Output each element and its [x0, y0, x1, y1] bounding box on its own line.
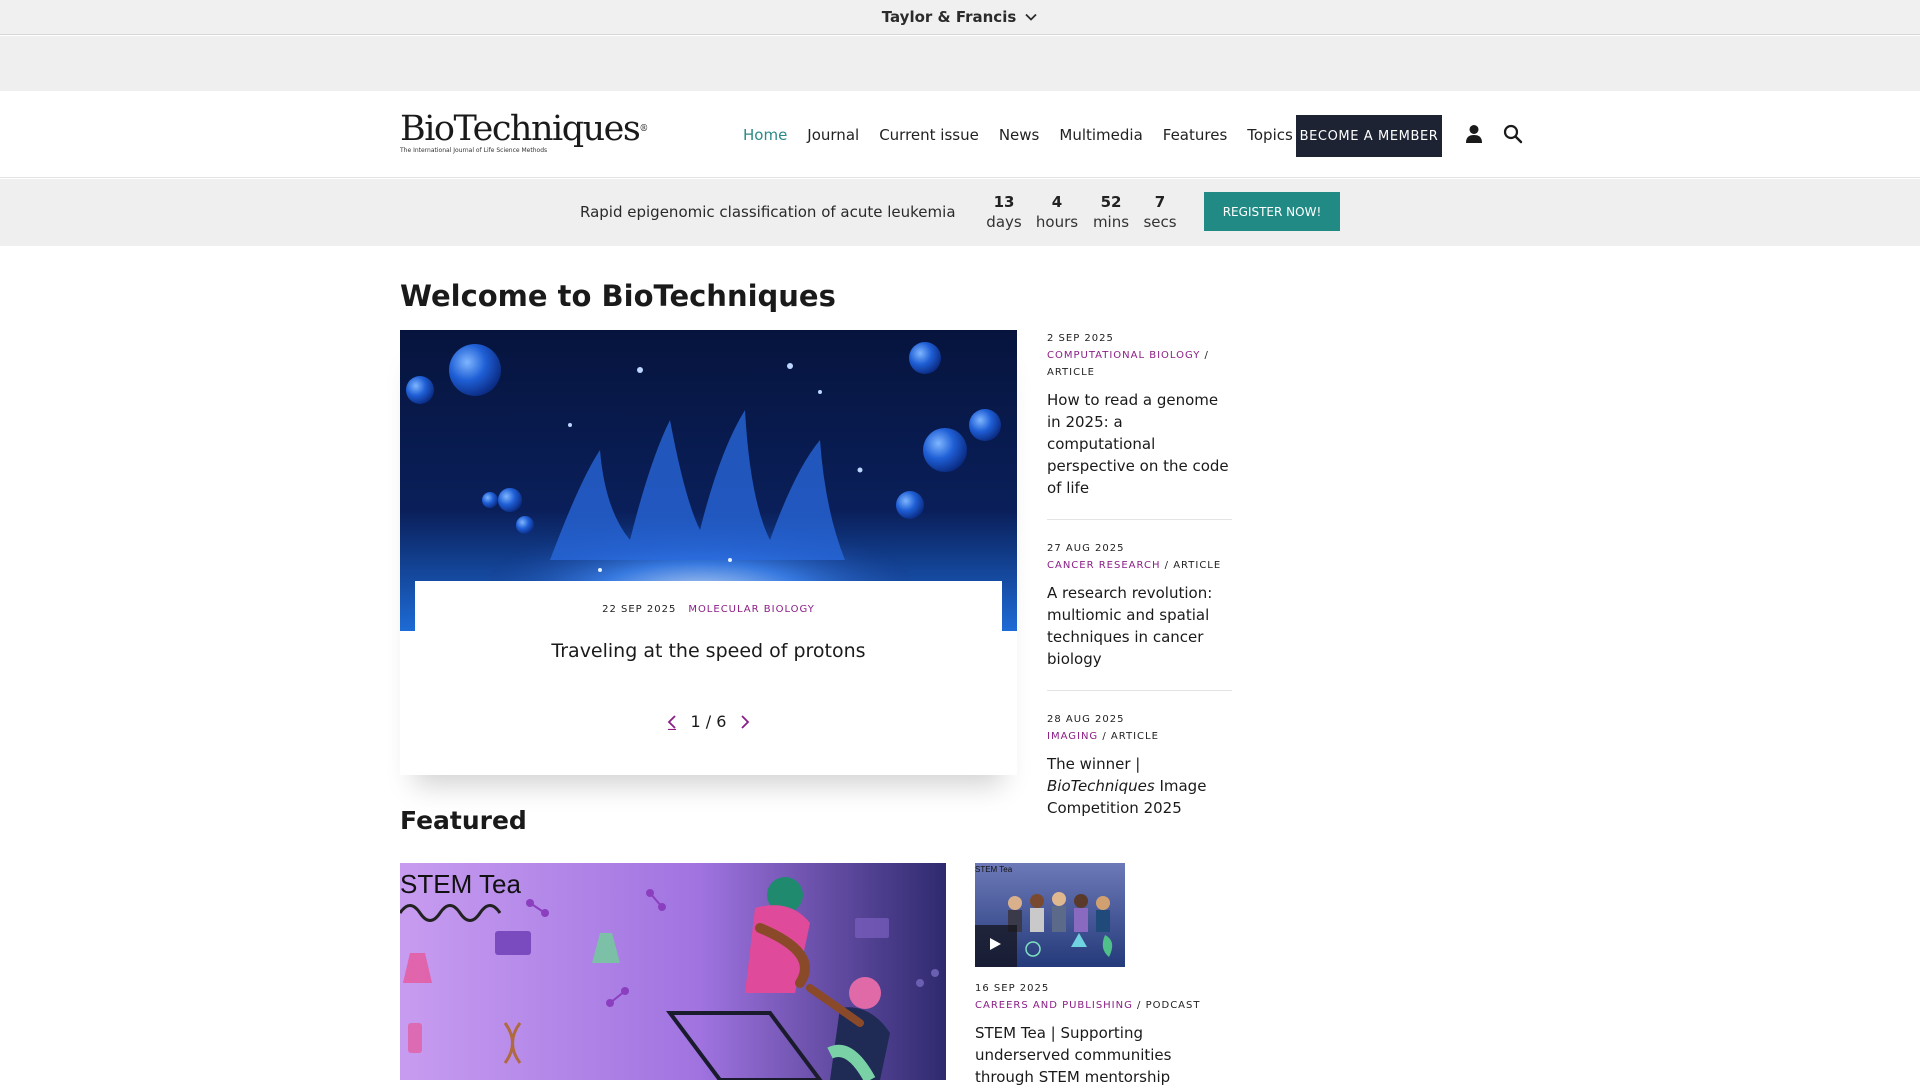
featured-date: 16 SEP 2025 [975, 983, 1050, 994]
article-category[interactable]: CANCER RESEARCH [1047, 560, 1160, 571]
article-title[interactable]: A research revolution: multiomic and spa… [1047, 582, 1232, 670]
article-title[interactable]: How to read a genome in 2025: a computat… [1047, 389, 1232, 499]
nav-home[interactable]: Home [743, 126, 787, 144]
list-item: 28 AUG 2025 IMAGING / ARTICLE The winner… [1047, 711, 1232, 839]
list-item: 2 SEP 2025 COMPUTATIONAL BIOLOGY / ARTIC… [1047, 330, 1232, 520]
article-date: 28 AUG 2025 [1047, 714, 1125, 725]
promo-text[interactable]: Rapid epigenomic classification of acute… [580, 203, 956, 221]
featured-category[interactable]: CAREERS AND PUBLISHING [975, 1000, 1133, 1011]
logo-wordmark: BioTechniques® [400, 109, 648, 149]
nav-features[interactable]: Features [1163, 126, 1228, 144]
logo-tagline: The International Journal of Life Scienc… [400, 147, 548, 154]
article-type: ARTICLE [1173, 560, 1222, 571]
hero-meta: 22 SEP 2025 MOLECULAR BIOLOGY [415, 604, 1002, 615]
article-category[interactable]: IMAGING [1047, 731, 1098, 742]
article-category-line: COMPUTATIONAL BIOLOGY / ARTICLE [1047, 350, 1209, 378]
article-category-line: IMAGING / ARTICLE [1047, 731, 1159, 742]
podcast-thumbnail[interactable]: STEM Tea [975, 863, 1125, 967]
site-logo[interactable]: BioTechniques® The International Journal… [400, 111, 648, 155]
svg-text:STEM Tea: STEM Tea [975, 865, 1013, 874]
featured-heading: Featured [400, 806, 527, 835]
chevron-right-icon[interactable] [738, 714, 752, 730]
featured-type: PODCAST [1145, 1000, 1201, 1011]
article-title[interactable]: The winner | BioTechniques Image Competi… [1047, 753, 1232, 819]
search-icon[interactable] [1503, 124, 1523, 144]
user-icon[interactable] [1465, 124, 1483, 144]
nav-multimedia[interactable]: Multimedia [1059, 126, 1142, 144]
ad-band [0, 36, 1920, 91]
chevron-left-icon[interactable] [665, 714, 679, 730]
article-category[interactable]: COMPUTATIONAL BIOLOGY [1047, 350, 1200, 361]
list-item: 27 AUG 2025 CANCER RESEARCH / ARTICLE A … [1047, 540, 1232, 691]
hero-carousel: 22 SEP 2025 MOLECULAR BIOLOGY Traveling a… [400, 330, 1017, 775]
publisher-menu[interactable]: Taylor & Francis [882, 8, 1039, 26]
main-nav: Home Journal Current issue News Multimed… [743, 126, 1293, 144]
webinar-promo-bar: Rapid epigenomic classification of acute… [0, 179, 1920, 246]
svg-text:STEM Tea: STEM Tea [400, 869, 521, 899]
nav-current-issue[interactable]: Current issue [879, 126, 979, 144]
publisher-name: Taylor & Francis [881, 8, 1017, 26]
countdown-secs: 7 secs [1143, 193, 1177, 231]
nav-news[interactable]: News [999, 126, 1040, 144]
countdown-days: 13 days [986, 193, 1022, 231]
chevron-down-icon [1025, 13, 1037, 21]
featured-item-meta: 16 SEP 2025 CAREERS AND PUBLISHING / POD… [975, 980, 1235, 1088]
become-member-button[interactable]: BECOME A MEMBER [1296, 115, 1442, 157]
article-type: ARTICLE [1047, 367, 1095, 378]
article-category-line: CANCER RESEARCH / ARTICLE [1047, 560, 1222, 571]
featured-image[interactable]: STEM Tea [400, 863, 946, 1080]
article-date: 27 AUG 2025 [1047, 543, 1125, 554]
publisher-bar: Taylor & Francis [0, 0, 1920, 35]
countdown-hours: 4 hours [1035, 193, 1079, 231]
hero-date: 22 SEP 2025 [602, 604, 677, 615]
welcome-heading: Welcome to BioTechniques [400, 279, 836, 313]
featured-category-line: CAREERS AND PUBLISHING / PODCAST [975, 1000, 1201, 1011]
countdown-mins: 52 mins [1092, 193, 1130, 231]
carousel-position: 1 / 6 [690, 712, 727, 731]
featured-title[interactable]: STEM Tea | Supporting underserved commun… [975, 1022, 1235, 1088]
site-header: BioTechniques® The International Journal… [0, 91, 1920, 178]
hero-title[interactable]: Traveling at the speed of protons [400, 640, 1017, 662]
nav-topics[interactable]: Topics [1247, 126, 1293, 144]
carousel-pager: 1 / 6 [400, 712, 1017, 731]
stem-tea-illustration: STEM Tea [400, 863, 946, 1080]
latest-articles-list: 2 SEP 2025 COMPUTATIONAL BIOLOGY / ARTIC… [1047, 330, 1232, 859]
article-date: 2 SEP 2025 [1047, 333, 1114, 344]
register-now-button[interactable]: REGISTER NOW! [1204, 192, 1340, 231]
play-icon[interactable] [987, 936, 1003, 952]
nav-journal[interactable]: Journal [807, 126, 859, 144]
article-type: ARTICLE [1110, 731, 1159, 742]
hero-category[interactable]: MOLECULAR BIOLOGY [688, 604, 815, 615]
